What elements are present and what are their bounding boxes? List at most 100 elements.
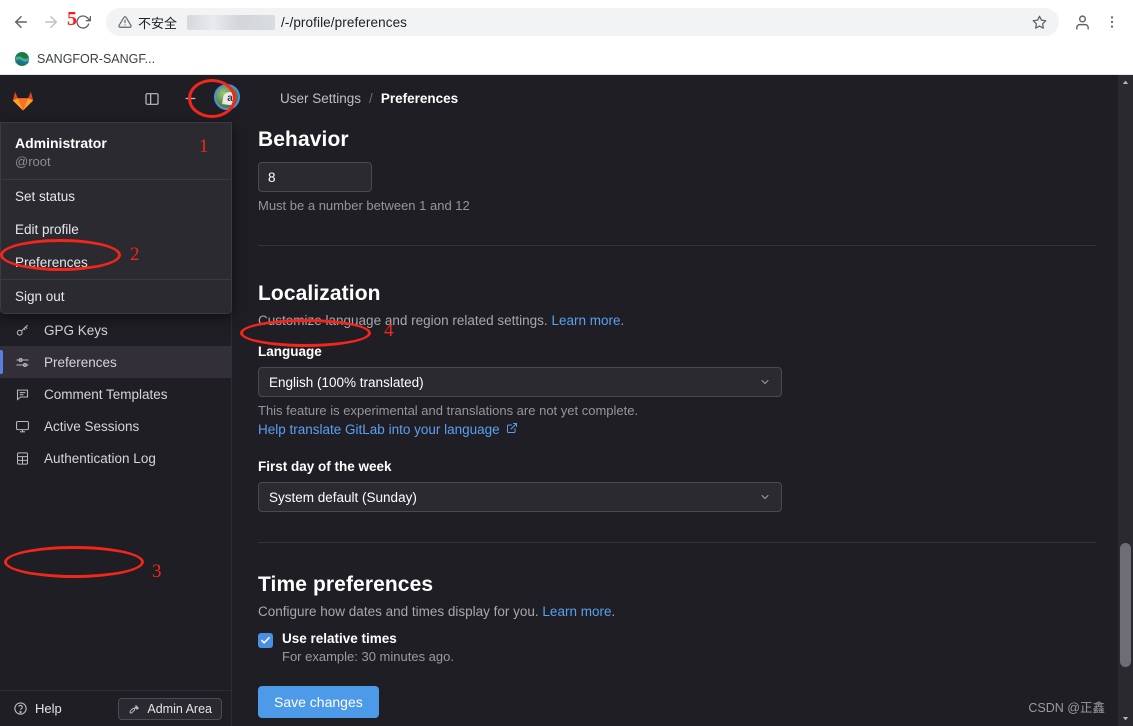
preferences-icon xyxy=(14,354,30,370)
security-label: 不安全 xyxy=(138,13,177,32)
language-select[interactable]: English (100% translated) xyxy=(258,367,782,397)
dropdown-item-edit-profile[interactable]: Edit profile xyxy=(1,213,231,246)
use-relative-times-row[interactable]: Use relative times For example: 30 minut… xyxy=(258,631,1094,664)
scroll-up-arrow-icon[interactable] xyxy=(1118,75,1133,90)
localization-heading: Localization xyxy=(258,282,1094,306)
save-bar: Save changes xyxy=(232,678,1119,726)
scrollbar-thumb[interactable] xyxy=(1120,543,1131,667)
gitlab-header: a User Settings / Preferences xyxy=(0,75,1133,122)
sidebar-item-label: Authentication Log xyxy=(44,451,156,466)
preferences-form: Behavior Must be a number between 1 and … xyxy=(232,122,1094,697)
reload-icon xyxy=(75,14,91,30)
admin-area-button[interactable]: Admin Area xyxy=(118,698,222,720)
help-button[interactable]: Help xyxy=(12,701,62,717)
user-avatar-button[interactable]: a xyxy=(214,84,244,114)
save-changes-button[interactable]: Save changes xyxy=(258,686,379,718)
back-button[interactable] xyxy=(6,7,36,37)
scroll-down-arrow-icon[interactable] xyxy=(1118,711,1133,726)
breadcrumb-preferences: Preferences xyxy=(381,91,458,106)
plus-icon[interactable] xyxy=(176,85,204,113)
first-day-select-value: System default (Sunday) xyxy=(269,490,417,505)
behavior-heading: Behavior xyxy=(258,128,1094,152)
wrench-icon xyxy=(128,702,141,715)
breadcrumb: User Settings / Preferences xyxy=(280,91,458,106)
breadcrumb-user-settings[interactable]: User Settings xyxy=(280,91,361,106)
help-label: Help xyxy=(35,701,62,716)
annotation-number-2: 2 xyxy=(130,245,140,264)
time-preferences-learn-more-link[interactable]: Learn more xyxy=(542,604,611,619)
sangfor-favicon xyxy=(14,51,30,67)
dropdown-user-info: Administrator @root xyxy=(1,123,231,179)
translate-gitlab-link-label: Help translate GitLab into your language xyxy=(258,422,500,437)
warning-triangle-icon xyxy=(118,15,132,29)
language-select-value: English (100% translated) xyxy=(269,375,424,390)
translate-gitlab-link[interactable]: Help translate GitLab into your language xyxy=(258,422,518,437)
annotation-number-5: 5 xyxy=(67,9,77,29)
watermark: CSDN @正鑫 xyxy=(1028,697,1105,716)
sidebar-footer: Help Admin Area xyxy=(0,690,232,726)
check-icon xyxy=(260,635,271,646)
annotation-number-3: 3 xyxy=(152,562,162,581)
monitor-icon xyxy=(14,418,30,434)
browser-menu-button[interactable] xyxy=(1097,7,1127,37)
forward-button[interactable] xyxy=(36,7,66,37)
sidebar-toggle-icon[interactable] xyxy=(138,85,166,113)
use-relative-times-label: Use relative times xyxy=(282,631,454,646)
sidebar-item-label: Active Sessions xyxy=(44,419,139,434)
admin-area-label: Admin Area xyxy=(147,702,212,716)
breadcrumb-separator: / xyxy=(369,91,373,106)
chevron-down-icon xyxy=(759,376,771,388)
dropdown-item-sign-out[interactable]: Sign out xyxy=(1,280,231,313)
external-link-icon xyxy=(506,422,518,437)
star-icon[interactable] xyxy=(1032,15,1047,30)
sidebar-item-comment-templates[interactable]: Comment Templates xyxy=(0,378,232,410)
screen-root: 5 不安全 /-/profile/preferences xyxy=(0,0,1133,726)
sidebar-item-label: Comment Templates xyxy=(44,387,168,402)
main-content: Behavior Must be a number between 1 and … xyxy=(232,122,1119,726)
address-bar[interactable]: 不安全 /-/profile/preferences xyxy=(106,8,1059,36)
url-path-text: /-/profile/preferences xyxy=(281,15,407,30)
url-redacted-host xyxy=(187,15,275,30)
key-icon xyxy=(14,322,30,338)
first-day-select[interactable]: System default (Sunday) xyxy=(258,482,782,512)
localization-learn-more-link[interactable]: Learn more xyxy=(551,313,620,328)
avatar: a xyxy=(214,84,240,110)
sidebar-item-label: GPG Keys xyxy=(44,323,108,338)
tab-width-input[interactable] xyxy=(258,162,372,192)
first-day-label: First day of the week xyxy=(258,459,1094,474)
sidebar-item-gpg-keys[interactable]: GPG Keys xyxy=(0,314,232,346)
gitlab-app: a User Settings / Preferences ChatAccess… xyxy=(0,75,1133,726)
annotation-number-4: 4 xyxy=(384,321,394,340)
log-icon xyxy=(14,450,30,466)
gitlab-tanuki-logo[interactable] xyxy=(0,75,46,122)
sidebar-item-label: Preferences xyxy=(44,355,117,370)
language-help: This feature is experimental and transla… xyxy=(258,403,1094,418)
use-relative-times-checkbox[interactable] xyxy=(258,633,273,648)
time-preferences-description-text: Configure how dates and times display fo… xyxy=(258,604,539,619)
bookmarks-bar: SANGFOR-SANGF... xyxy=(0,44,1133,75)
use-relative-times-help: For example: 30 minutes ago. xyxy=(282,649,454,664)
dropdown-item-preferences[interactable]: Preferences xyxy=(1,246,231,279)
localization-description-text: Customize language and region related se… xyxy=(258,313,548,328)
sidebar-item-authentication-log[interactable]: Authentication Log xyxy=(0,442,232,474)
reload-button[interactable]: 5 xyxy=(66,7,100,37)
sidebar-item-preferences[interactable]: Preferences xyxy=(0,346,232,378)
sidebar-item-active-sessions[interactable]: Active Sessions xyxy=(0,410,232,442)
browser-toolbar: 5 不安全 /-/profile/preferences xyxy=(0,0,1133,44)
bookmark-label: SANGFOR-SANGF... xyxy=(37,52,155,66)
vertical-scrollbar[interactable] xyxy=(1118,75,1133,726)
browser-profile-button[interactable] xyxy=(1067,7,1097,37)
user-dropdown-menu: Administrator @root Set status Edit prof… xyxy=(0,122,232,314)
time-preferences-heading: Time preferences xyxy=(258,573,1094,597)
dropdown-user-handle: @root xyxy=(15,154,217,169)
time-preferences-description: Configure how dates and times display fo… xyxy=(258,604,1094,619)
language-label: Language xyxy=(258,344,1094,359)
dropdown-user-name: Administrator xyxy=(15,135,217,153)
question-circle-icon xyxy=(12,701,28,717)
tab-width-help: Must be a number between 1 and 12 xyxy=(258,198,1094,213)
chevron-down-icon xyxy=(759,491,771,503)
bookmark-item[interactable]: SANGFOR-SANGF... xyxy=(8,49,161,69)
avatar-letter: a xyxy=(227,93,233,104)
dropdown-item-set-status[interactable]: Set status xyxy=(1,180,231,213)
comment-lines-icon xyxy=(14,386,30,402)
